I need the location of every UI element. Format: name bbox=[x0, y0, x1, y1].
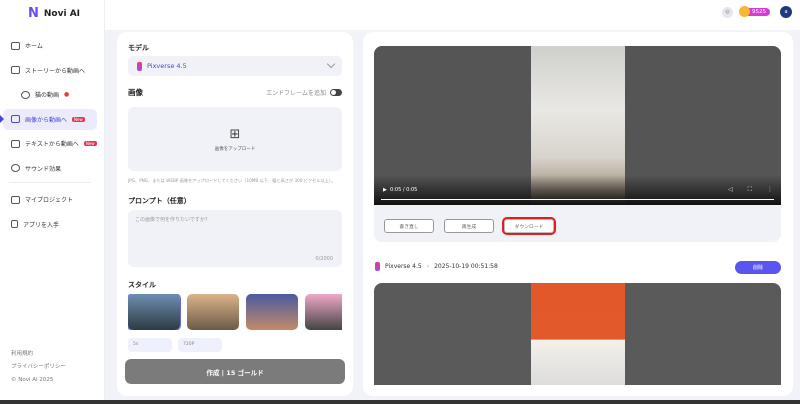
chevron-down-icon bbox=[326, 59, 336, 69]
rewrite-button[interactable]: 書き直し bbox=[384, 219, 434, 233]
divider bbox=[9, 182, 91, 183]
char-count: 0/2000 bbox=[315, 256, 333, 262]
logo-icon: N bbox=[28, 6, 39, 21]
prompt-label: プロンプト（任意） bbox=[128, 197, 191, 205]
bottom-strip bbox=[0, 400, 800, 404]
copyright: © Novi AI 2025 bbox=[11, 377, 54, 383]
style-thumb[interactable] bbox=[128, 294, 181, 330]
style-thumb[interactable] bbox=[305, 294, 342, 330]
model-label: モデル bbox=[128, 44, 149, 52]
fullscreen-icon[interactable]: ⛶ bbox=[748, 186, 752, 194]
results-panel: ▶ 0:05 / 0:05 ◁ ⛶ ⋮ 書き直し 再生成 ダウンロード Pixver… bbox=[363, 32, 793, 396]
download-button[interactable]: ダウンロード bbox=[502, 217, 556, 235]
sidebar-item-home[interactable]: ホーム bbox=[3, 35, 97, 56]
style-list bbox=[128, 294, 342, 330]
create-button[interactable]: 作成 | 15 ゴールド bbox=[125, 359, 345, 384]
duration-select[interactable]: 5s bbox=[128, 338, 172, 352]
model-select[interactable]: Pixverse 4.5 bbox=[128, 56, 342, 76]
sidebar: N Novi AI ホーム ストーリーから動画へ 猫の動画 ● 画像から動画へ New… bbox=[0, 0, 105, 400]
chevron-right-icon: › bbox=[426, 263, 430, 270]
sidebar-footer: 利用規約 プライバシーポリシー © Novi AI 2025 bbox=[11, 348, 66, 387]
style-thumb[interactable] bbox=[246, 294, 298, 330]
new-badge: New bbox=[72, 116, 85, 122]
image-upload[interactable]: ⊞ 画像をアップロード bbox=[128, 107, 342, 171]
sidebar-item-cat[interactable]: 猫の動画 ● bbox=[3, 84, 97, 105]
fire-icon: ● bbox=[64, 91, 70, 98]
style-label: スタイル bbox=[128, 281, 156, 289]
video-player-2[interactable] bbox=[374, 283, 781, 385]
end-frame-toggle[interactable] bbox=[330, 89, 342, 96]
sidebar-item-sound[interactable]: サウンド効果 bbox=[3, 158, 97, 179]
mute-icon[interactable]: ◁ bbox=[728, 186, 733, 194]
logo[interactable]: N Novi AI bbox=[28, 6, 80, 21]
image-icon bbox=[11, 115, 20, 123]
video-player[interactable]: ▶ 0:05 / 0:05 ◁ ⛶ ⋮ bbox=[374, 46, 781, 205]
prompt-input[interactable]: この画像で何を作りたいですか？ 0/2000 bbox=[128, 210, 342, 267]
video-time: ▶ 0:05 / 0:05 bbox=[383, 187, 418, 193]
home-icon bbox=[11, 41, 20, 50]
progress-bar[interactable] bbox=[381, 199, 774, 200]
generation-form: モデル Pixverse 4.5 画像 エンドフレームを追加 ⊞ 画像をアップロー… bbox=[117, 32, 353, 396]
new-badge: New bbox=[83, 141, 97, 146]
folder-icon bbox=[11, 195, 20, 204]
sidebar-item-story[interactable]: ストーリーから動画へ bbox=[3, 60, 97, 81]
terms-link[interactable]: 利用規約 bbox=[11, 348, 66, 361]
gold-balance[interactable]: 9525 bbox=[739, 6, 770, 17]
sidebar-item-text-to-video[interactable]: テキストから動画へ New bbox=[3, 133, 97, 154]
result-card: ▶ 0:05 / 0:05 ◁ ⛶ ⋮ 書き直し 再生成 ダウンロード bbox=[374, 46, 781, 242]
topbar: ◎ 9525 a bbox=[105, 0, 800, 30]
image-add-icon: ⊞ bbox=[229, 126, 241, 142]
upload-hint: JPG、PNG、または WEBP 画像をアップロードしてください（10MB 以下… bbox=[128, 178, 336, 183]
pixverse-icon bbox=[137, 61, 142, 71]
pixverse-icon bbox=[375, 262, 380, 271]
sound-icon bbox=[11, 164, 20, 172]
nav: ホーム ストーリーから動画へ 猫の動画 ● 画像から動画へ New テキストから動画… bbox=[0, 35, 97, 238]
avatar[interactable]: a bbox=[780, 6, 792, 18]
more-icon[interactable]: ⋮ bbox=[767, 186, 773, 194]
phone-icon bbox=[11, 220, 18, 228]
video-icon bbox=[11, 139, 20, 148]
style-thumb[interactable] bbox=[187, 294, 239, 330]
result-meta: Pixverse 4.5 › 2025-10-19 00:51:58 bbox=[375, 262, 498, 271]
sidebar-item-app[interactable]: アプリを入手 bbox=[3, 214, 97, 235]
video-frame bbox=[531, 283, 625, 385]
story-icon bbox=[11, 66, 20, 74]
privacy-link[interactable]: プライバシーポリシー bbox=[11, 361, 66, 374]
delete-button[interactable]: 削除 bbox=[735, 261, 781, 274]
image-label: 画像 bbox=[128, 88, 143, 97]
support-icon[interactable]: ◎ bbox=[722, 6, 733, 18]
gear-icon bbox=[21, 90, 30, 99]
resolution-select[interactable]: 720P bbox=[178, 338, 222, 352]
sidebar-item-projects[interactable]: マイプロジェクト bbox=[3, 189, 97, 210]
end-frame-label: エンドフレームを追加 bbox=[266, 90, 326, 97]
regenerate-button[interactable]: 再生成 bbox=[444, 219, 494, 233]
sidebar-item-image-to-video[interactable]: 画像から動画へ New bbox=[0, 108, 97, 130]
